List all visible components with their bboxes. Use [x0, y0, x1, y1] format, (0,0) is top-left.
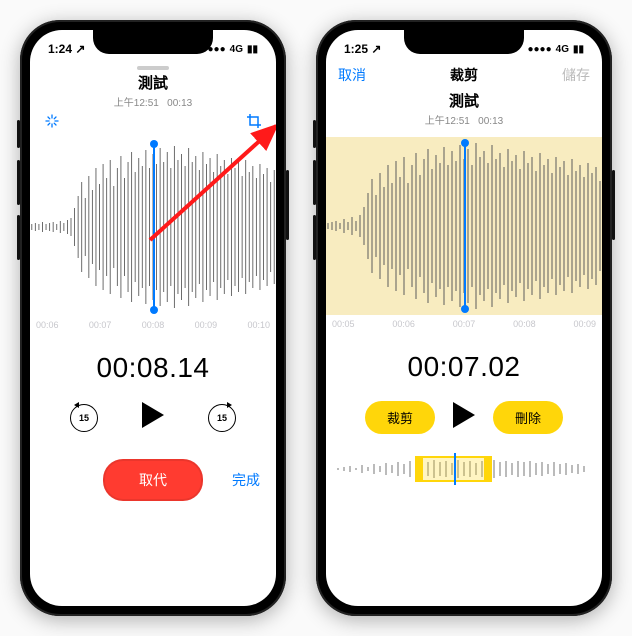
- play-button[interactable]: [453, 402, 475, 433]
- battery-icon: ▮▮: [573, 44, 584, 55]
- recording-title-block: 測試 上午12:51 00:13: [30, 72, 276, 109]
- mini-playhead[interactable]: [454, 453, 456, 485]
- notch: [93, 30, 213, 54]
- play-button[interactable]: [142, 402, 164, 433]
- waveform-trim[interactable]: [326, 137, 602, 315]
- recording-duration: 00:13: [478, 116, 503, 127]
- recording-time: 上午12:51: [114, 98, 159, 109]
- recording-title-block: 測試 上午12:51 00:13: [326, 90, 602, 127]
- network-label: 4G: [230, 44, 243, 55]
- playhead[interactable]: [153, 144, 155, 310]
- save-link[interactable]: 儲存: [562, 65, 590, 85]
- network-label: 4G: [556, 44, 569, 55]
- sheet-grabber[interactable]: [137, 66, 169, 70]
- timecode: 00:07.02: [326, 351, 602, 383]
- status-time: 1:25: [344, 42, 368, 56]
- header-title: 裁剪: [450, 65, 478, 85]
- recording-title: 測試: [326, 90, 602, 111]
- signal-icon: ●●●●: [527, 44, 551, 55]
- skip-forward-button[interactable]: 15: [208, 404, 236, 432]
- replace-button[interactable]: 取代: [103, 459, 203, 501]
- location-icon: ↗: [371, 42, 381, 56]
- playhead[interactable]: [464, 143, 466, 309]
- waveform[interactable]: [30, 138, 276, 316]
- cancel-link[interactable]: 取消: [338, 65, 366, 85]
- delete-button[interactable]: 刪除: [493, 401, 563, 434]
- timecode: 00:08.14: [30, 352, 276, 384]
- enhance-icon[interactable]: [44, 113, 60, 134]
- trim-timeline[interactable]: [336, 456, 592, 482]
- recording-title: 測試: [30, 72, 276, 93]
- status-time: 1:24: [48, 42, 72, 56]
- notch: [404, 30, 524, 54]
- skip-back-button[interactable]: 15: [70, 404, 98, 432]
- recording-duration: 00:13: [167, 98, 192, 109]
- trim-button[interactable]: 裁剪: [365, 401, 435, 434]
- time-ticks: 00:0500:06 00:0700:08 00:09: [326, 315, 602, 333]
- phone-right: 1:25 ↗ ●●●● 4G ▮▮ 取消 裁剪 儲存 測試 上午12:51 00…: [316, 20, 612, 616]
- location-icon: ↗: [75, 42, 85, 56]
- battery-icon: ▮▮: [247, 44, 258, 55]
- phone-left: 1:24 ↗ ●●●● 4G ▮▮ 測試 上午12:51 00:13: [20, 20, 286, 616]
- crop-icon[interactable]: [246, 113, 262, 134]
- recording-time: 上午12:51: [425, 116, 470, 127]
- time-ticks: 00:0600:07 00:0800:09 00:10: [30, 316, 276, 334]
- done-link[interactable]: 完成: [232, 470, 260, 490]
